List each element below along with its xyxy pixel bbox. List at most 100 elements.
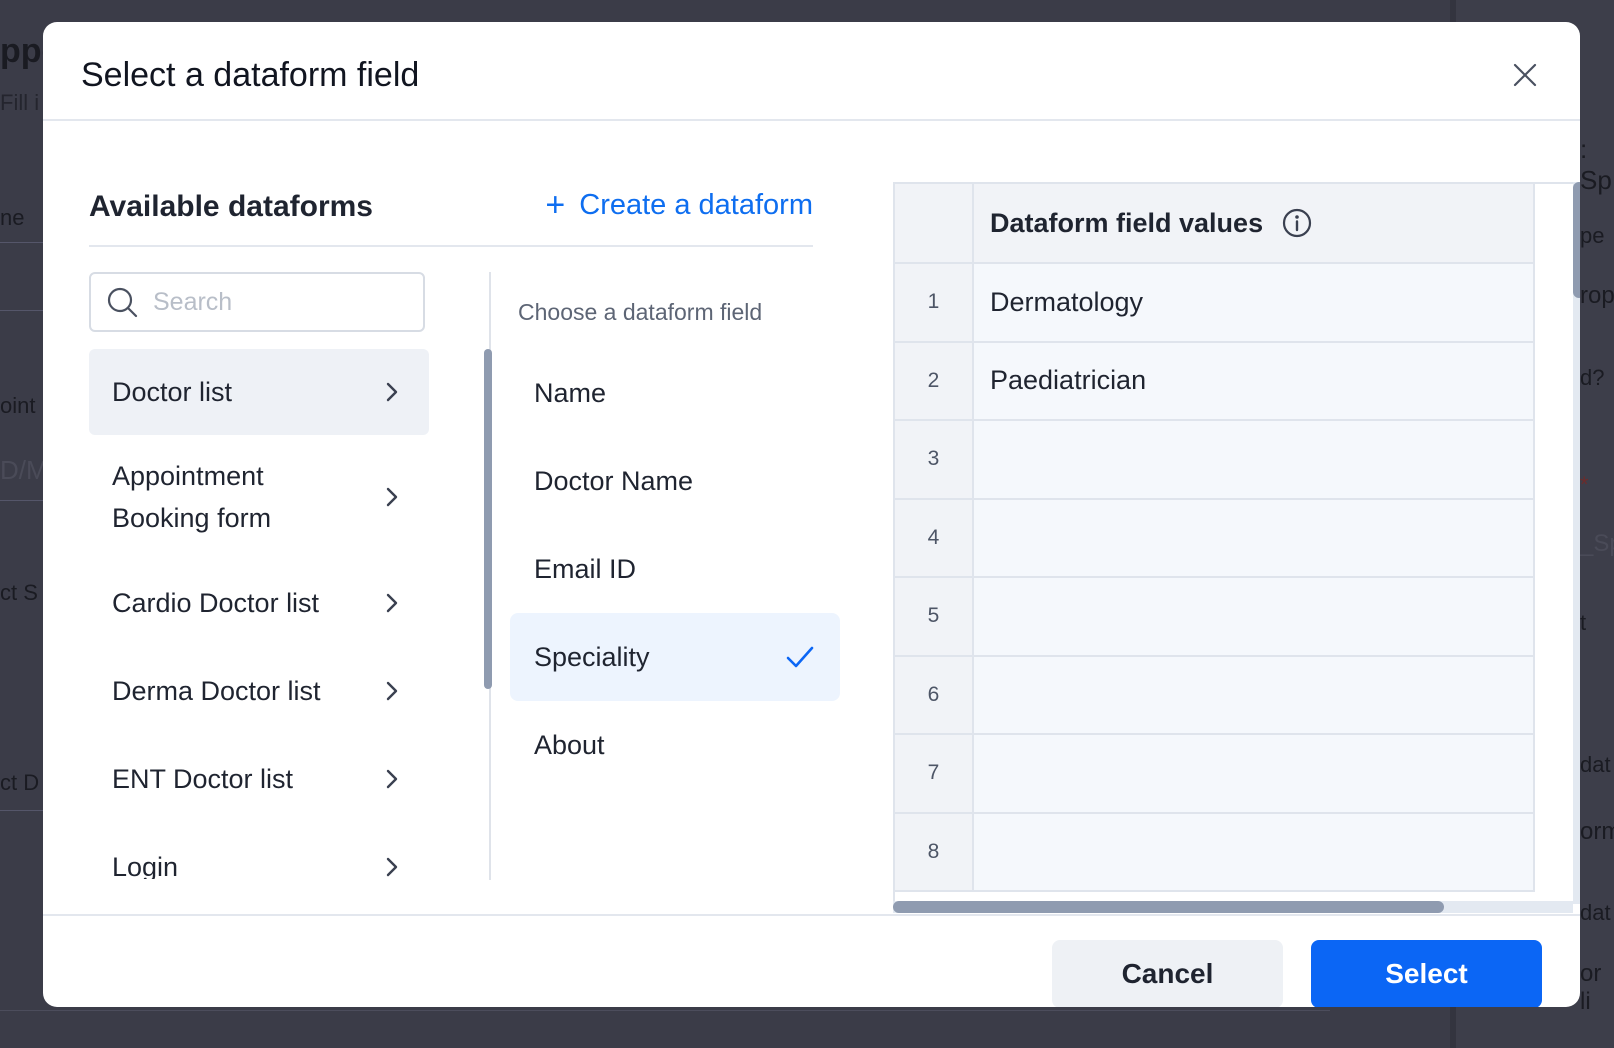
dataform-item-label: Derma Doctor list xyxy=(112,676,321,706)
dataform-item-label: Doctor list xyxy=(112,377,233,407)
field-item-label: Speciality xyxy=(534,641,650,672)
dataform-list-scrollbar-thumb[interactable] xyxy=(484,349,492,689)
available-dataforms-header: Available dataforms + Create a dataform xyxy=(89,140,813,247)
background-fragment: : Sp xyxy=(1580,134,1612,195)
close-icon xyxy=(1513,63,1537,87)
dataform-item-doctor-list[interactable]: Doctor list xyxy=(89,349,429,435)
search-icon xyxy=(107,287,138,318)
field-item-name[interactable]: Name xyxy=(510,349,840,437)
table-body: 1 Dermatology 2 Paediatrician 3 4 5 6 7 … xyxy=(895,264,1535,892)
table-row: 2 Paediatrician xyxy=(895,342,1535,421)
table-row: 3 xyxy=(895,421,1535,500)
column-header: Dataform field values xyxy=(974,184,1535,262)
available-dataforms-title: Available dataforms xyxy=(89,190,373,223)
field-values-table: Dataform field values 1 Dermatology 2 Pa… xyxy=(893,182,1580,909)
row-number: 2 xyxy=(895,342,974,419)
background-fragment: ct S xyxy=(0,580,38,605)
background-fragment: rop xyxy=(1580,282,1614,309)
modal-header: Select a dataform field xyxy=(43,22,1580,121)
table-header: Dataform field values xyxy=(895,184,1535,264)
value-cell xyxy=(974,813,1535,890)
background-fragment: d? xyxy=(1580,365,1605,390)
background-divider xyxy=(0,242,43,243)
value-cell xyxy=(974,578,1535,655)
dataform-item-label: Appointment Booking form xyxy=(112,461,272,533)
field-item-label: Doctor Name xyxy=(534,465,694,496)
dataform-item-login[interactable]: Login xyxy=(89,823,429,879)
background-fragment: ct D xyxy=(0,770,40,795)
create-dataform-label: Create a dataform xyxy=(579,188,813,221)
choose-field-label: Choose a dataform field xyxy=(518,299,763,325)
field-item-doctor-name[interactable]: Doctor Name xyxy=(510,437,840,525)
background-fragment: D/M xyxy=(0,455,48,485)
modal-title: Select a dataform field xyxy=(81,56,420,94)
table-vertical-scrollbar-thumb[interactable] xyxy=(1573,182,1580,298)
chevron-right-icon xyxy=(386,857,398,877)
select-button[interactable]: Select xyxy=(1311,940,1542,1007)
dataform-item-appointment-booking-form[interactable]: Appointment Booking form xyxy=(89,435,429,559)
background-fragment: _Sp xyxy=(1580,530,1614,557)
row-number: 7 xyxy=(895,735,974,812)
chevron-right-icon xyxy=(386,769,398,789)
value-cell: Paediatrician xyxy=(974,342,1535,419)
background-fragment: Fill i xyxy=(0,90,40,115)
checkmark-icon xyxy=(786,646,814,668)
create-dataform-link[interactable]: + Create a dataform xyxy=(545,188,813,222)
field-item-email-id[interactable]: Email ID xyxy=(510,525,840,613)
table-row: 7 xyxy=(895,735,1535,814)
field-item-about[interactable]: About xyxy=(510,701,840,789)
background-divider xyxy=(0,310,43,311)
chevron-right-icon xyxy=(386,681,398,701)
background-divider xyxy=(0,810,43,811)
modal-footer: Cancel Select xyxy=(43,914,1580,1007)
background-divider xyxy=(0,1010,1330,1011)
table-horizontal-scrollbar-thumb[interactable] xyxy=(893,901,1444,913)
background-fragment: oint xyxy=(0,393,36,418)
plus-icon: + xyxy=(545,186,566,224)
chevron-right-icon xyxy=(386,487,398,507)
background-fragment: dat xyxy=(1580,900,1611,925)
row-number: 1 xyxy=(895,264,974,341)
table-row: 1 Dermatology xyxy=(895,264,1535,343)
table-row: 4 xyxy=(895,499,1535,578)
row-number-header xyxy=(895,184,974,262)
value-cell xyxy=(974,656,1535,733)
row-number: 4 xyxy=(895,499,974,576)
value-cell xyxy=(974,499,1535,576)
select-dataform-field-modal: Select a dataform field Available datafo… xyxy=(43,22,1580,1007)
value-cell xyxy=(974,735,1535,812)
cancel-button[interactable]: Cancel xyxy=(1052,940,1283,1007)
row-number: 3 xyxy=(895,421,974,498)
background-fragment: ne xyxy=(0,205,25,230)
background-fragment: orm xyxy=(1580,818,1614,845)
column-header-label: Dataform field values xyxy=(990,207,1264,238)
background-fragment: dat xyxy=(1580,752,1611,777)
dataform-item-cardio-doctor-list[interactable]: Cardio Doctor list xyxy=(89,559,429,647)
table-row: 6 xyxy=(895,656,1535,735)
field-item-label: Name xyxy=(534,377,607,408)
field-list: Name Doctor Name Email ID Speciality Abo… xyxy=(510,349,840,789)
value-cell: Dermatology xyxy=(974,264,1535,341)
chevron-right-icon xyxy=(386,593,398,613)
chevron-right-icon xyxy=(386,382,398,402)
search-field[interactable] xyxy=(89,272,425,332)
field-item-label: About xyxy=(534,729,605,760)
dataform-item-derma-doctor-list[interactable]: Derma Doctor list xyxy=(89,647,429,735)
close-button[interactable] xyxy=(1510,60,1540,90)
table-row: 5 xyxy=(895,578,1535,657)
background-fragment: t xyxy=(1580,610,1587,635)
dataform-list: Doctor list Appointment Booking form Car… xyxy=(89,349,430,879)
background-fragment: or li xyxy=(1580,960,1602,1015)
background-fragment: pe xyxy=(1580,223,1605,248)
info-icon[interactable] xyxy=(1281,207,1313,239)
search-input[interactable] xyxy=(153,287,413,317)
dataform-item-ent-doctor-list[interactable]: ENT Doctor list xyxy=(89,735,429,823)
background-divider xyxy=(0,500,43,501)
field-item-label: Email ID xyxy=(534,553,637,584)
value-cell xyxy=(974,421,1535,498)
dataform-item-label: Cardio Doctor list xyxy=(112,588,320,618)
table-row: 8 xyxy=(895,813,1535,892)
field-item-speciality[interactable]: Speciality xyxy=(510,613,840,701)
dataform-item-label: ENT Doctor list xyxy=(112,764,294,794)
row-number: 6 xyxy=(895,656,974,733)
